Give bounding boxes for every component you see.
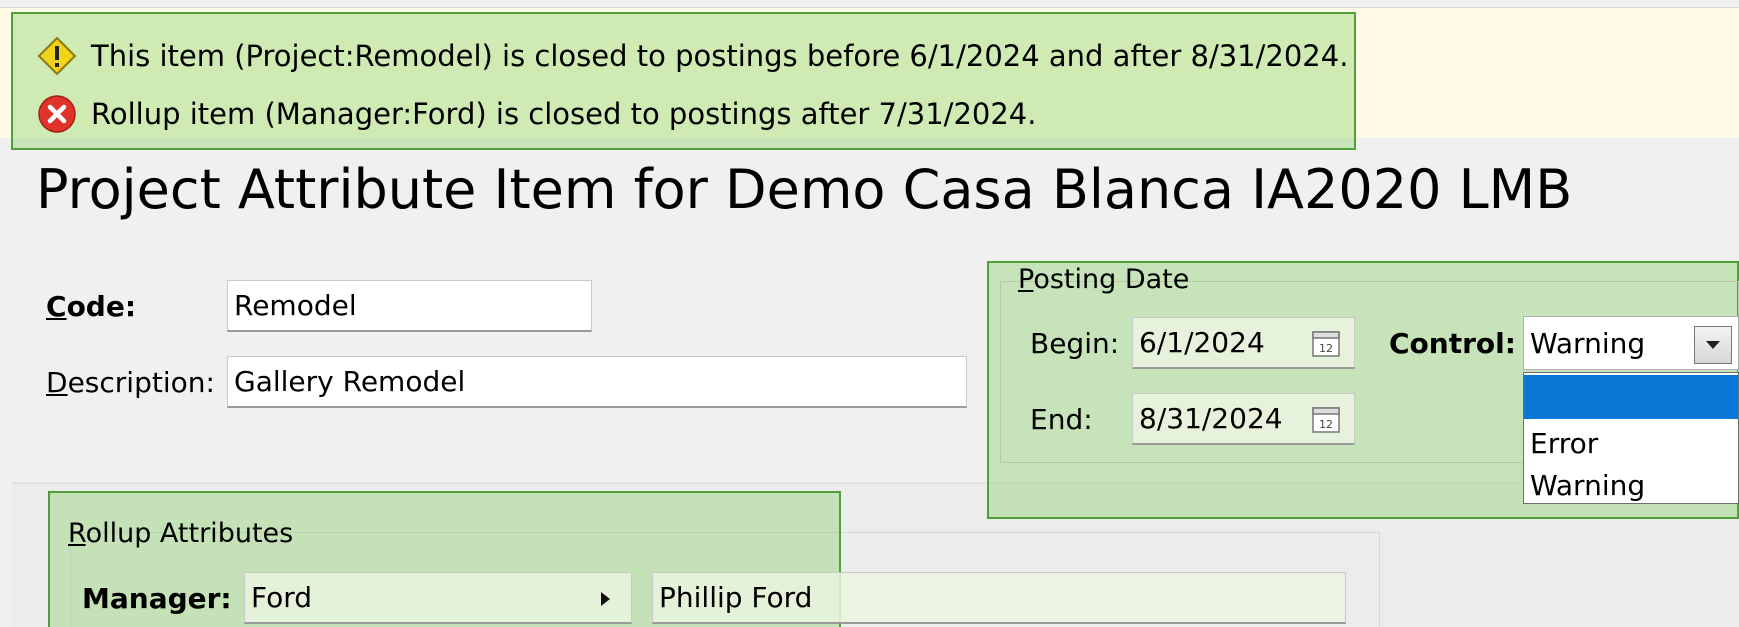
description-field[interactable]: Gallery Remodel <box>227 356 967 408</box>
warning-icon <box>37 36 77 76</box>
dropdown-option-blank[interactable] <box>1524 375 1738 419</box>
rollup-attributes-legend: Rollup Attributes <box>68 518 294 549</box>
svg-text:12: 12 <box>1319 342 1333 355</box>
calendar-icon[interactable]: 12 <box>1311 328 1341 358</box>
page-title: Project Attribute Item for Demo Casa Bla… <box>36 158 1573 221</box>
message-text: This item (Project:Remodel) is closed to… <box>91 39 1349 73</box>
dropdown-option-warning[interactable]: Warning <box>1524 465 1738 505</box>
svg-text:12: 12 <box>1319 418 1333 431</box>
code-label: Code: <box>46 290 137 323</box>
calendar-icon[interactable]: 12 <box>1311 404 1341 434</box>
description-label: Description: <box>46 366 215 399</box>
message-text: Rollup item (Manager:Ford) is closed to … <box>91 97 1037 131</box>
control-label: Control: <box>1389 327 1516 360</box>
begin-label: Begin: <box>1030 327 1120 360</box>
code-field[interactable]: Remodel <box>227 280 592 332</box>
chevron-down-icon[interactable] <box>1694 326 1732 364</box>
message-row-warning: This item (Project:Remodel) is closed to… <box>37 36 1348 76</box>
chevron-right-icon[interactable] <box>598 590 612 608</box>
manager-name-field: Phillip Ford <box>652 572 1346 624</box>
manager-field[interactable]: Ford <box>244 572 632 624</box>
posting-date-legend: Posting Date <box>1018 264 1190 295</box>
validation-messages: This item (Project:Remodel) is closed to… <box>11 12 1356 150</box>
manager-label: Manager: <box>82 582 232 615</box>
end-label: End: <box>1030 403 1093 436</box>
window-top-edge <box>0 0 1739 8</box>
control-dropdown-list: Error Warning <box>1523 372 1739 504</box>
error-icon <box>38 95 76 133</box>
message-row-error: Rollup item (Manager:Ford) is closed to … <box>37 94 1036 134</box>
dropdown-option-error[interactable]: Error <box>1524 423 1738 463</box>
